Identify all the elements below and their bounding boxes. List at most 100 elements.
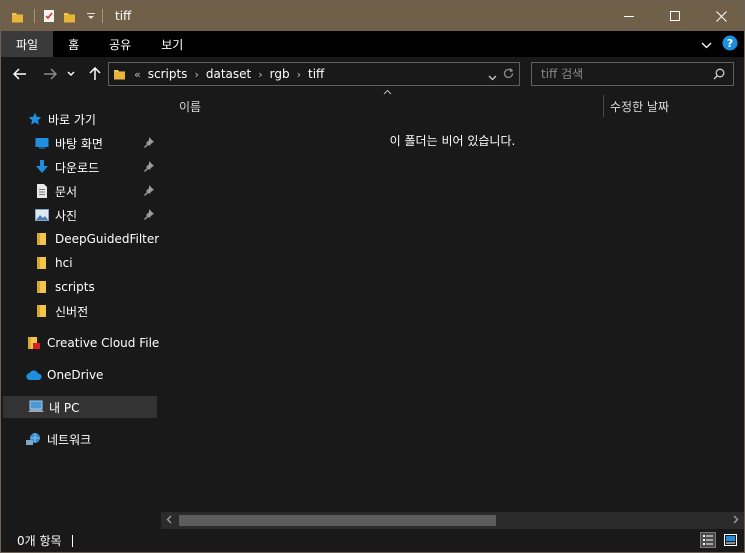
sidebar-item-documents[interactable]: 문서	[1, 180, 159, 202]
breadcrumb-overflow[interactable]: «	[134, 68, 141, 81]
pin-icon	[144, 209, 154, 223]
sidebar-item-creative-cloud[interactable]: Creative Cloud Files	[1, 332, 159, 354]
breadcrumb-rgb[interactable]: rgb	[270, 67, 290, 81]
document-icon	[34, 183, 50, 199]
expand-ribbon-button[interactable]	[701, 38, 712, 52]
download-icon	[34, 159, 50, 175]
sort-ascending-icon	[383, 87, 392, 98]
back-button[interactable]	[11, 65, 29, 83]
sidebar-item-new-version[interactable]: 신버전	[1, 300, 159, 322]
breadcrumb-tiff[interactable]: tiff	[308, 67, 324, 81]
tab-share[interactable]: 공유	[94, 31, 146, 57]
arrow-left-icon	[13, 68, 26, 80]
desktop-icon	[34, 135, 50, 151]
chevron-down-icon	[701, 42, 712, 48]
star-icon	[27, 111, 43, 127]
close-button[interactable]	[698, 1, 744, 31]
sidebar-item-network[interactable]: 네트워크	[1, 428, 159, 450]
large-icons-view-icon	[723, 534, 737, 546]
sidebar-item-this-pc[interactable]: 내 PC	[3, 396, 157, 418]
folder-icon	[34, 303, 50, 319]
breadcrumb-chevron-icon[interactable]: ›	[297, 68, 301, 81]
scroll-left-icon[interactable]	[166, 515, 172, 527]
explorer-window: tiff 파일 홈 공유 보기 ? « scripts › dataset › …	[0, 0, 745, 553]
recent-locations-button[interactable]	[65, 65, 77, 83]
creative-cloud-folder-icon	[26, 335, 42, 351]
status-bar: 0개 항목	[1, 529, 744, 552]
navigation-bar: « scripts › dataset › rgb › tiff	[1, 57, 744, 91]
forward-button[interactable]	[41, 65, 59, 83]
close-icon	[715, 10, 727, 22]
column-headers: 이름 수정한 날짜	[161, 89, 744, 119]
scrollbar-thumb[interactable]	[179, 515, 496, 526]
onedrive-cloud-icon	[26, 367, 42, 383]
quick-access-toolbar	[1, 1, 111, 31]
sidebar-item-hci[interactable]: hci	[1, 252, 159, 274]
sidebar-item-quick-access[interactable]: 바로 가기	[1, 108, 159, 130]
new-folder-icon[interactable]	[63, 11, 76, 22]
computer-icon	[28, 399, 44, 415]
address-history-dropdown[interactable]	[488, 70, 497, 84]
pin-icon	[144, 161, 154, 175]
chevron-down-icon	[488, 75, 497, 81]
sidebar-item-deepguidedfilteringnetwork[interactable]: DeepGuidedFilteringNetwork	[1, 228, 159, 250]
minimize-button[interactable]	[606, 1, 652, 31]
refresh-icon	[503, 68, 514, 79]
column-header-date-modified[interactable]: 수정한 날짜	[610, 98, 669, 115]
tab-view[interactable]: 보기	[146, 31, 198, 57]
up-button[interactable]	[86, 65, 104, 83]
address-bar[interactable]: « scripts › dataset › rgb › tiff	[108, 62, 520, 86]
toolbar-separator	[102, 9, 103, 23]
ribbon-right-controls: ?	[701, 35, 738, 54]
network-icon	[26, 431, 42, 447]
breadcrumb-scripts[interactable]: scripts	[148, 67, 188, 81]
chevron-down-icon	[67, 71, 75, 76]
pictures-icon	[34, 207, 50, 223]
arrow-right-icon	[44, 68, 57, 80]
details-view-icon	[703, 535, 713, 545]
sidebar-item-scripts[interactable]: scripts	[1, 276, 159, 298]
folder-icon	[113, 68, 126, 81]
empty-folder-message: 이 폴더는 비어 있습니다.	[389, 134, 516, 148]
pin-icon	[144, 185, 154, 199]
column-divider[interactable]	[603, 95, 604, 117]
large-icons-view-button[interactable]	[722, 532, 738, 548]
view-switcher	[700, 532, 738, 548]
search-box[interactable]	[531, 62, 734, 86]
folder-icon	[34, 279, 50, 295]
ribbon-tabs: 파일 홈 공유 보기 ?	[1, 31, 744, 57]
maximize-button[interactable]	[652, 1, 698, 31]
column-header-name[interactable]: 이름	[179, 98, 201, 115]
file-list-pane: 이름 수정한 날짜 이 폴더는 비어 있습니다.	[161, 89, 744, 528]
breadcrumb-chevron-icon[interactable]: ›	[258, 68, 262, 81]
customize-toolbar-dropdown-icon[interactable]	[86, 11, 96, 21]
status-separator	[71, 534, 73, 547]
horizontal-scrollbar[interactable]	[161, 512, 744, 529]
search-icon[interactable]	[713, 68, 725, 83]
svg-text:?: ?	[727, 37, 733, 50]
toolbar-separator	[34, 9, 35, 23]
sidebar-item-onedrive[interactable]: OneDrive	[1, 364, 159, 386]
breadcrumb-dataset[interactable]: dataset	[206, 67, 251, 81]
sidebar-item-downloads[interactable]: 다운로드	[1, 156, 159, 178]
details-view-button[interactable]	[700, 532, 716, 548]
tab-home[interactable]: 홈	[53, 31, 94, 57]
properties-icon[interactable]	[43, 9, 55, 23]
arrow-up-icon	[89, 67, 101, 80]
sidebar-item-pictures[interactable]: 사진	[1, 204, 159, 226]
sidebar-item-desktop[interactable]: 바탕 화면	[1, 132, 159, 154]
tab-file[interactable]: 파일	[1, 31, 54, 57]
folder-icon	[11, 11, 24, 22]
help-icon: ?	[722, 35, 738, 51]
title-bar: tiff	[1, 1, 744, 31]
window-title: tiff	[115, 9, 132, 23]
scroll-right-icon[interactable]	[733, 515, 739, 527]
folder-icon	[34, 231, 50, 247]
maximize-icon	[670, 11, 680, 21]
window-controls	[606, 1, 744, 31]
breadcrumb-chevron-icon[interactable]: ›	[194, 68, 198, 81]
pin-icon	[144, 137, 154, 151]
refresh-button[interactable]	[502, 67, 515, 83]
search-input[interactable]	[541, 67, 701, 81]
help-button[interactable]: ?	[722, 35, 738, 54]
